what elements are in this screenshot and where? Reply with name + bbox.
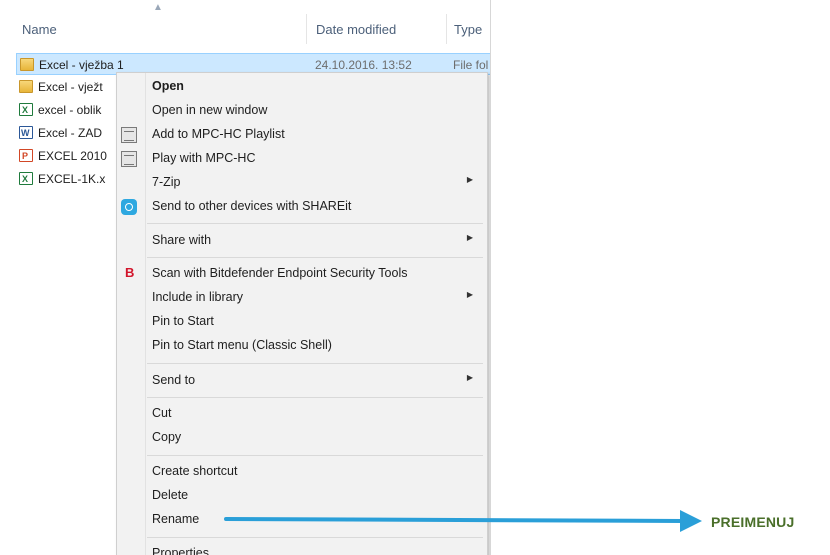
- annotation-label: PREIMENUJ: [711, 514, 795, 530]
- annotation-arrow-line: [224, 517, 685, 523]
- annotation-arrow: [224, 510, 702, 532]
- annotation-arrow-head: [680, 510, 702, 532]
